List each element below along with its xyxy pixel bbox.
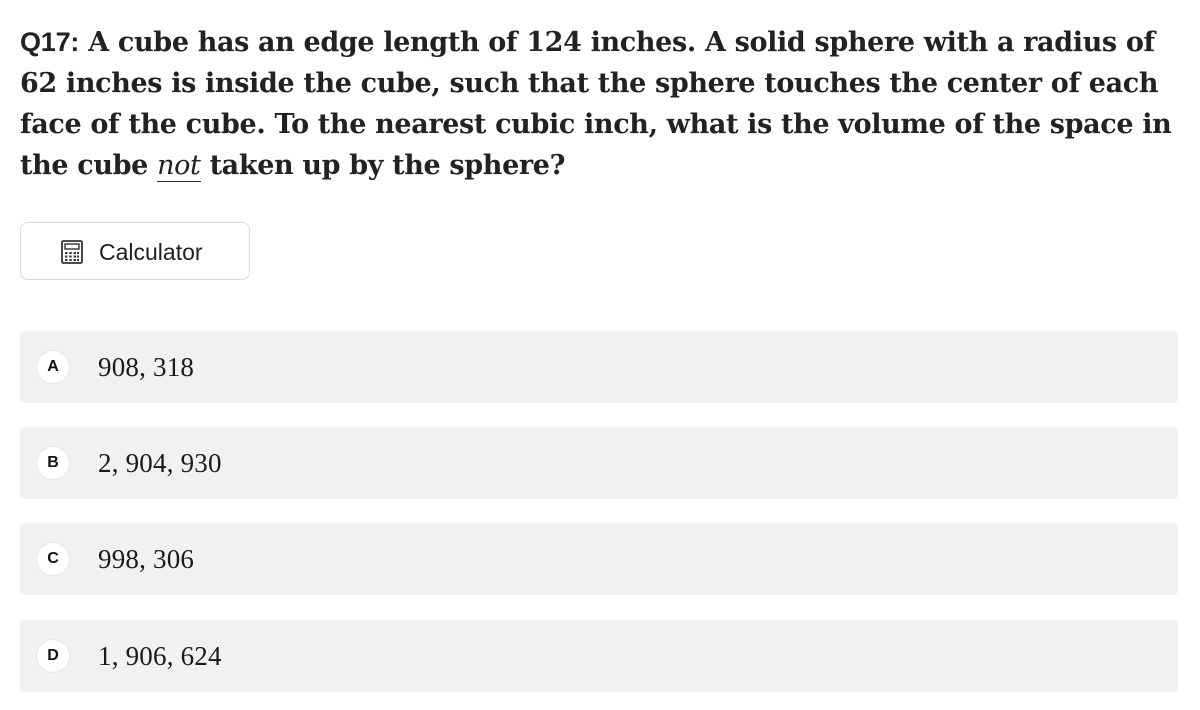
choice-value-b: 2, 904, 930 xyxy=(98,448,222,478)
answer-choice-d[interactable]: D 1, 906, 624 xyxy=(20,620,1178,692)
answer-choice-a[interactable]: A 908, 318 xyxy=(20,331,1178,403)
choice-value-a: 908, 318 xyxy=(98,352,195,382)
question-number: Q17: xyxy=(20,27,80,57)
calculator-label: Calculator xyxy=(99,239,203,265)
calculator-button[interactable]: Calculator xyxy=(20,222,250,280)
calculator-icon xyxy=(61,240,83,264)
question-text: Q17: A cube has an edge length of 124 in… xyxy=(20,22,1180,186)
choice-value-d: 1, 906, 624 xyxy=(98,641,222,671)
choice-value-c: 998, 306 xyxy=(98,544,195,574)
choice-letter-c: C xyxy=(37,543,69,575)
choice-letter-d: D xyxy=(37,640,69,672)
choice-letter-b: B xyxy=(37,447,69,479)
choice-letter-a: A xyxy=(37,351,69,383)
answer-choice-c[interactable]: C 998, 306 xyxy=(20,523,1178,595)
answer-choice-b[interactable]: B 2, 904, 930 xyxy=(20,427,1178,499)
question-emphasis: not xyxy=(157,150,201,182)
question-body-end: taken up by the sphere? xyxy=(200,150,566,181)
